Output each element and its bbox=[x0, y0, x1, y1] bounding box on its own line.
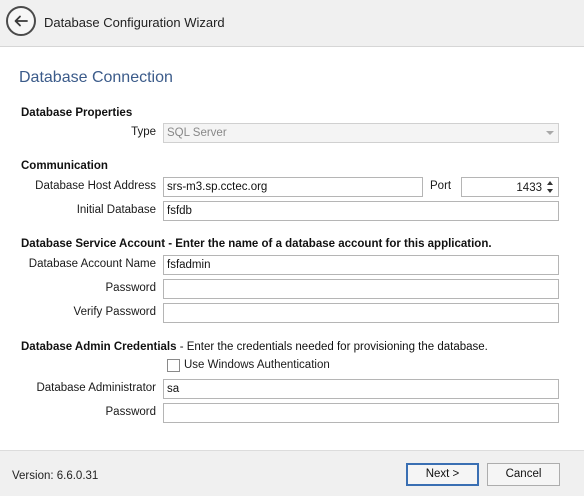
back-button[interactable] bbox=[6, 6, 36, 36]
communication-heading: Communication bbox=[21, 160, 108, 172]
type-label: Type bbox=[131, 126, 156, 138]
password-label: Password bbox=[105, 282, 157, 294]
chevron-down-icon bbox=[546, 131, 554, 135]
admin-label: Database Administrator bbox=[36, 382, 156, 394]
section-title: Database Connection bbox=[19, 69, 173, 86]
windows-auth-label[interactable]: Use Windows Authentication bbox=[184, 359, 330, 371]
admin-input[interactable] bbox=[163, 379, 559, 399]
verify-password-input[interactable] bbox=[163, 303, 559, 323]
admin-credentials-title: Database Admin Credentials bbox=[21, 341, 177, 353]
port-label: Port bbox=[430, 180, 452, 192]
admin-credentials-note: - Enter the credentials needed for provi… bbox=[176, 341, 488, 353]
type-select[interactable]: SQL Server bbox=[163, 123, 559, 143]
windows-auth-checkbox[interactable] bbox=[167, 359, 180, 372]
wizard-title: Database Configuration Wizard bbox=[44, 15, 225, 30]
port-spin-buttons[interactable] bbox=[545, 179, 557, 195]
wizard-header: Database Configuration Wizard bbox=[0, 0, 584, 47]
initial-database-input[interactable] bbox=[163, 201, 559, 221]
admin-credentials-heading: Database Admin Credentials - Enter the c… bbox=[21, 341, 488, 353]
wizard-footer: Version: 6.6.0.31 Next > Cancel bbox=[0, 450, 584, 496]
account-name-input[interactable] bbox=[163, 255, 559, 275]
account-name-label: Database Account Name bbox=[28, 258, 156, 270]
service-account-heading: Database Service Account - Enter the nam… bbox=[21, 238, 492, 250]
host-address-input[interactable] bbox=[163, 177, 423, 197]
host-address-label: Database Host Address bbox=[35, 180, 156, 192]
cancel-button[interactable]: Cancel bbox=[487, 463, 560, 486]
version-label: Version: 6.6.0.31 bbox=[12, 470, 99, 482]
database-properties-heading: Database Properties bbox=[21, 107, 133, 119]
password-input[interactable] bbox=[163, 279, 559, 299]
next-button[interactable]: Next > bbox=[406, 463, 479, 486]
verify-password-label: Verify Password bbox=[73, 306, 156, 318]
back-arrow-icon bbox=[14, 15, 28, 27]
initial-database-label: Initial Database bbox=[76, 204, 156, 216]
admin-password-input[interactable] bbox=[163, 403, 559, 423]
port-spinner[interactable]: 1433 bbox=[461, 177, 559, 197]
port-value: 1433 bbox=[516, 182, 542, 194]
spin-up-icon[interactable] bbox=[547, 181, 553, 185]
spin-down-icon[interactable] bbox=[547, 189, 553, 193]
admin-password-label: Password bbox=[105, 406, 157, 418]
type-select-value: SQL Server bbox=[167, 127, 227, 139]
